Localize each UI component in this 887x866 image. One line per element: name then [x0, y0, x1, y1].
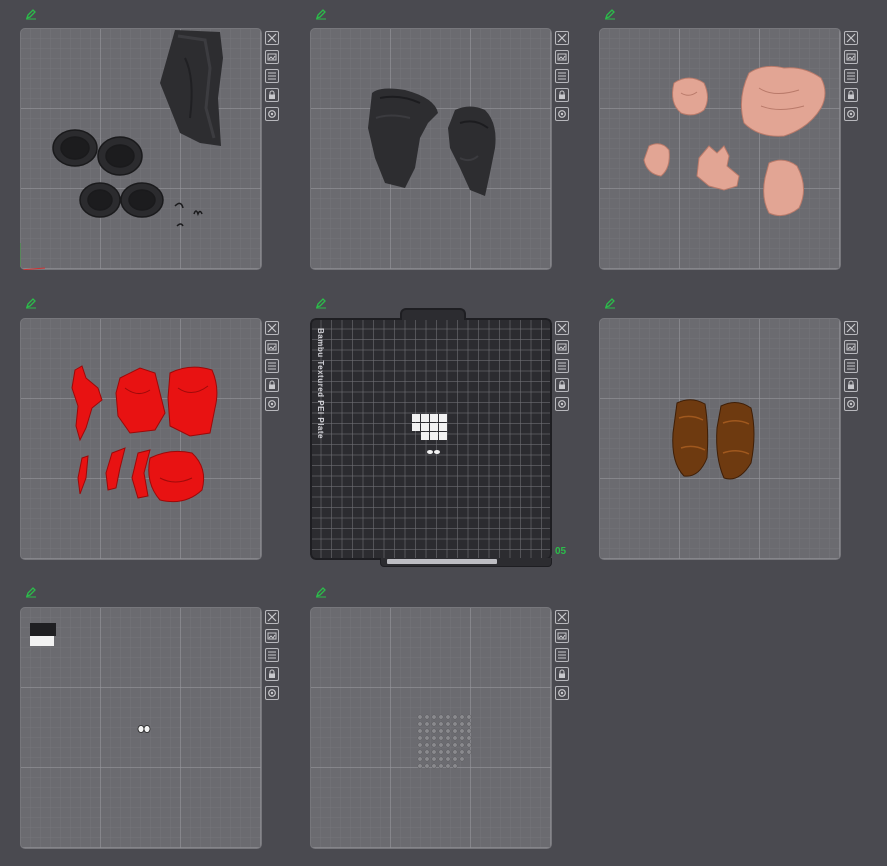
- plate-toolbar: [555, 321, 571, 416]
- edit-plate-icon[interactable]: [604, 297, 616, 309]
- plate-toolbar: [265, 31, 281, 126]
- settings-icon[interactable]: [844, 397, 858, 411]
- arrange-icon[interactable]: [844, 69, 858, 83]
- close-icon[interactable]: [555, 610, 569, 624]
- close-icon[interactable]: [265, 31, 279, 45]
- edit-plate-icon[interactable]: [315, 8, 327, 20]
- image-icon[interactable]: [844, 340, 858, 354]
- settings-icon[interactable]: [555, 397, 569, 411]
- settings-icon[interactable]: [844, 107, 858, 121]
- model-eyes-and-block[interactable]: [20, 607, 262, 849]
- build-plate-06[interactable]: 06: [599, 318, 841, 560]
- plate-status-bar: [380, 558, 552, 567]
- arrange-icon[interactable]: [555, 648, 569, 662]
- model-red-parts[interactable]: [20, 318, 262, 560]
- edit-plate-icon[interactable]: [25, 297, 37, 309]
- settings-icon[interactable]: [265, 107, 279, 121]
- build-plate-03[interactable]: 03: [599, 28, 841, 270]
- arrange-icon[interactable]: [555, 69, 569, 83]
- image-icon[interactable]: [555, 629, 569, 643]
- lock-icon[interactable]: [265, 667, 279, 681]
- build-plate-08[interactable]: 08: [310, 607, 552, 849]
- image-icon[interactable]: [555, 50, 569, 64]
- lock-icon[interactable]: [844, 378, 858, 392]
- edit-plate-icon[interactable]: [604, 8, 616, 20]
- settings-icon[interactable]: [555, 107, 569, 121]
- settings-icon[interactable]: [265, 686, 279, 700]
- lock-icon[interactable]: [265, 378, 279, 392]
- image-icon[interactable]: [265, 629, 279, 643]
- lock-icon[interactable]: [265, 88, 279, 102]
- image-icon[interactable]: [265, 340, 279, 354]
- edit-plate-icon[interactable]: [315, 586, 327, 598]
- close-icon[interactable]: [844, 321, 858, 335]
- arrange-icon[interactable]: [265, 69, 279, 83]
- build-plate-07[interactable]: 07: [20, 607, 262, 849]
- arrange-icon[interactable]: [265, 648, 279, 662]
- close-icon[interactable]: [844, 31, 858, 45]
- image-icon[interactable]: [844, 50, 858, 64]
- plate-toolbar: [844, 31, 860, 126]
- arrange-icon[interactable]: [555, 359, 569, 373]
- close-icon[interactable]: [265, 610, 279, 624]
- edit-plate-icon[interactable]: [25, 8, 37, 20]
- lock-icon[interactable]: [844, 88, 858, 102]
- arrange-icon[interactable]: [844, 359, 858, 373]
- plate-toolbar: [555, 31, 571, 126]
- model-skin-parts[interactable]: [599, 28, 841, 270]
- build-plate-01[interactable]: 01: [20, 28, 262, 270]
- image-icon[interactable]: [265, 50, 279, 64]
- plate-toolbar: [844, 321, 860, 416]
- model-small-parts-grid[interactable]: [310, 318, 552, 560]
- edit-plate-icon[interactable]: [315, 297, 327, 309]
- model-torso-dark[interactable]: [20, 28, 262, 270]
- lock-icon[interactable]: [555, 667, 569, 681]
- build-plate-02[interactable]: 02: [310, 28, 552, 270]
- close-icon[interactable]: [265, 321, 279, 335]
- plate-number: 05: [555, 546, 567, 557]
- image-icon[interactable]: [555, 340, 569, 354]
- arrange-icon[interactable]: [265, 359, 279, 373]
- plate-toolbar: [265, 321, 281, 416]
- plate-toolbar: [555, 610, 571, 705]
- settings-icon[interactable]: [265, 397, 279, 411]
- lock-icon[interactable]: [555, 378, 569, 392]
- model-brown-boots[interactable]: [599, 318, 841, 560]
- settings-icon[interactable]: [555, 686, 569, 700]
- close-icon[interactable]: [555, 321, 569, 335]
- model-tiny-parts-array[interactable]: [310, 607, 552, 849]
- edit-plate-icon[interactable]: [25, 586, 37, 598]
- model-heads-dark[interactable]: [310, 28, 552, 270]
- close-icon[interactable]: [555, 31, 569, 45]
- build-plate-05-active[interactable]: Bambu Textured PEI Plate 05: [310, 308, 566, 567]
- lock-icon[interactable]: [555, 88, 569, 102]
- plate-toolbar: [265, 610, 281, 705]
- build-plate-04[interactable]: 04: [20, 318, 262, 560]
